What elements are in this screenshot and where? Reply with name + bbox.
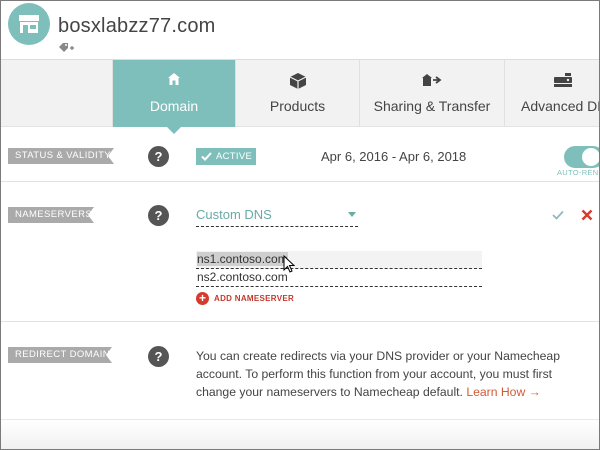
learn-how-link[interactable]: Learn How → <box>466 385 541 399</box>
nameserver-value: ns1.contoso.com <box>197 252 288 266</box>
app-frame: bosxlabzz77.com Domain Products Sharing … <box>0 0 600 450</box>
validity-date-range: Apr 6, 2016 - Apr 6, 2018 <box>321 149 467 164</box>
tab-label: Products <box>269 98 326 114</box>
store-icon <box>8 3 50 45</box>
section-divider <box>1 321 599 322</box>
help-icon[interactable]: ? <box>148 146 169 167</box>
tab-advanced-dns[interactable]: Advanced DNS <box>504 60 599 127</box>
domain-tabs: Domain Products Sharing & Transfer Advan… <box>1 59 599 134</box>
page-bottom <box>1 419 599 449</box>
dns-type-value: Custom DNS <box>196 207 272 222</box>
auto-renew-toggle[interactable] <box>564 146 599 168</box>
tab-products[interactable]: Products <box>235 60 359 127</box>
check-icon[interactable] <box>552 210 564 220</box>
help-icon[interactable]: ? <box>148 205 169 226</box>
tag-add-icon[interactable] <box>58 42 74 54</box>
tab-sharing-transfer[interactable]: Sharing & Transfer <box>359 60 504 127</box>
tab-label: Advanced DNS <box>521 98 599 114</box>
plus-icon: + <box>196 292 209 305</box>
check-icon <box>201 152 212 161</box>
nameservers-label: NAMESERVERS <box>8 207 94 223</box>
status-validity-label: STATUS & VALIDITY <box>8 148 114 164</box>
redirect-domain-label: REDIRECT DOMAIN <box>8 347 112 363</box>
domain-header: bosxlabzz77.com <box>1 1 599 59</box>
status-badge: ACTIVE <box>196 148 256 165</box>
auto-renew-label: AUTO-RENEW <box>557 168 599 177</box>
help-icon[interactable]: ? <box>148 346 169 367</box>
nameserver-input-2[interactable]: ns2.contoso.com <box>196 269 482 287</box>
tab-label: Domain <box>149 98 199 114</box>
add-nameserver-label: ADD NAMESERVER <box>214 294 295 303</box>
home-icon <box>113 72 235 90</box>
caret-down-icon <box>348 212 356 217</box>
section-divider <box>1 181 599 182</box>
box-icon <box>236 72 359 90</box>
domain-title: bosxlabzz77.com <box>58 15 216 37</box>
nameserver-value: ns2.contoso.com <box>197 270 288 284</box>
status-badge-text: ACTIVE <box>216 151 253 162</box>
tab-domain[interactable]: Domain <box>112 60 235 134</box>
mouse-cursor-icon <box>283 255 295 273</box>
nameserver-input-1[interactable]: ns1.contoso.com <box>196 251 482 269</box>
share-transfer-icon <box>360 72 504 90</box>
server-icon <box>505 72 599 90</box>
close-icon[interactable] <box>581 209 593 221</box>
tab-label: Sharing & Transfer <box>373 98 491 114</box>
redirect-description: You can create redirects via your DNS pr… <box>196 347 576 401</box>
toggle-knob <box>582 148 599 166</box>
dns-type-select[interactable]: Custom DNS <box>196 207 358 227</box>
